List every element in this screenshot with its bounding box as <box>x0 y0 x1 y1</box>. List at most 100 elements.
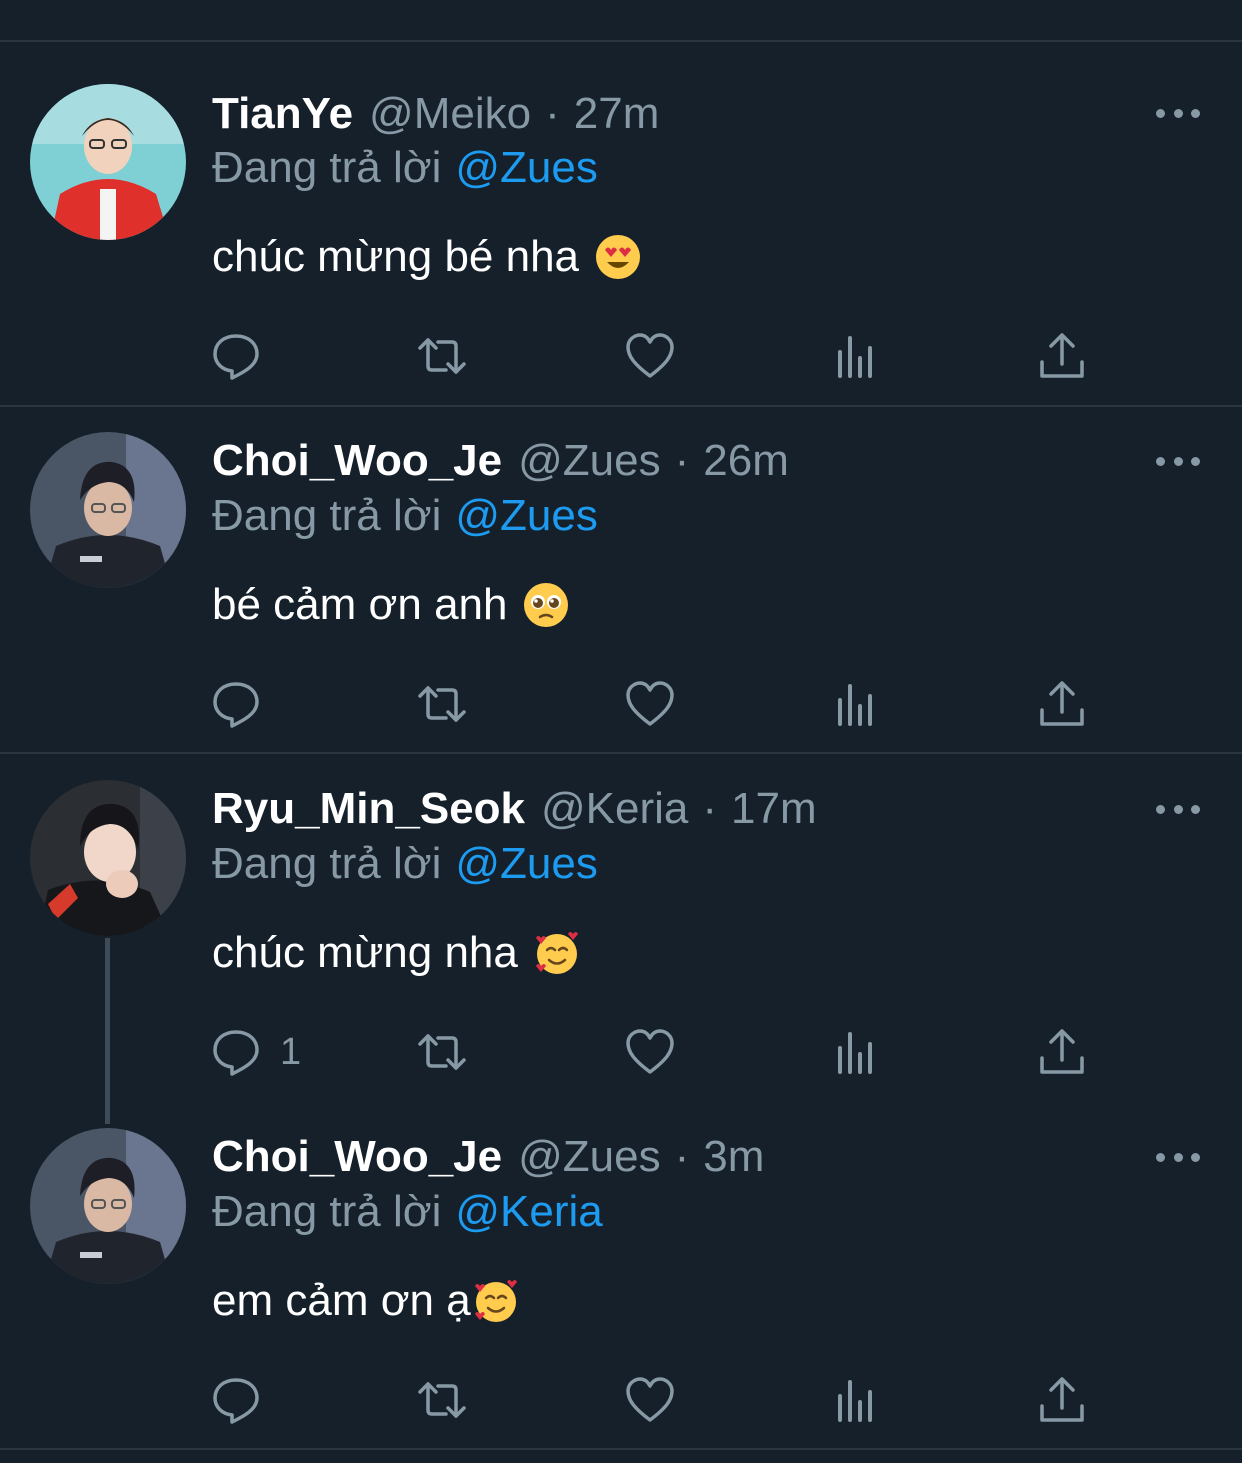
avatar[interactable] <box>30 432 186 588</box>
like-button[interactable] <box>624 1372 676 1428</box>
more-options-icon[interactable] <box>1156 451 1200 471</box>
analytics-button[interactable] <box>830 1372 882 1428</box>
mention-link[interactable]: @Zues <box>455 839 597 888</box>
timestamp[interactable]: 27m <box>574 89 660 139</box>
analytics-icon <box>838 336 872 378</box>
replying-label: Đang trả lời <box>212 143 442 192</box>
user-handle[interactable]: @Meiko <box>369 89 531 139</box>
timestamp[interactable]: 3m <box>703 1132 764 1182</box>
display-name[interactable]: Choi_Woo_Je <box>212 1132 502 1182</box>
reply-icon <box>213 1030 259 1076</box>
analytics-icon <box>838 1032 872 1074</box>
share-button[interactable] <box>1036 1372 1088 1428</box>
more-options-icon[interactable] <box>1156 1147 1200 1167</box>
tweet-divider <box>0 752 1242 754</box>
analytics-button[interactable] <box>830 676 882 732</box>
tweet-text: chúc mừng bé nha <box>212 232 641 282</box>
retweet-icon <box>418 1382 466 1418</box>
pleading-face-emoji <box>523 582 569 628</box>
avatar[interactable] <box>30 84 186 240</box>
tweet-actions: 1 <box>210 1024 1090 1080</box>
replying-label: Đang trả lời <box>212 1187 442 1236</box>
tweet-text: bé cảm ơn anh <box>212 580 569 630</box>
user-handle[interactable]: @Zues <box>518 1132 660 1182</box>
share-icon <box>1040 1029 1084 1074</box>
mention-link[interactable]: @Keria <box>455 1187 602 1236</box>
tweet-text-content: bé cảm ơn anh <box>212 580 508 629</box>
tweet-header: Ryu_Min_Seok @Keria · 17m <box>212 781 817 837</box>
avatar[interactable] <box>30 1128 186 1284</box>
thread-connector <box>105 938 110 1124</box>
timestamp[interactable]: 26m <box>703 436 789 486</box>
analytics-button[interactable] <box>830 1024 882 1080</box>
smiling-face-with-hearts-emoji <box>534 930 580 976</box>
tweet-actions <box>210 676 1090 732</box>
display-name[interactable]: TianYe <box>212 89 353 139</box>
analytics-icon <box>838 684 872 726</box>
separator-dot: · <box>674 1132 690 1181</box>
share-icon <box>1040 1377 1084 1422</box>
like-button[interactable] <box>624 676 676 732</box>
replying-to: Đang trả lời @Zues <box>212 839 598 889</box>
analytics-button[interactable] <box>830 328 882 384</box>
retweet-button[interactable] <box>416 328 468 384</box>
tweet-actions <box>210 1372 1090 1428</box>
reply-icon <box>213 1378 259 1424</box>
more-options-icon[interactable] <box>1156 799 1200 819</box>
analytics-icon <box>838 1380 872 1422</box>
like-button[interactable] <box>624 1024 676 1080</box>
separator-dot: · <box>674 436 690 485</box>
top-divider <box>0 40 1242 42</box>
retweet-icon <box>418 338 466 374</box>
like-icon <box>626 333 674 378</box>
avatar-image-zues <box>30 1128 186 1284</box>
timestamp[interactable]: 17m <box>731 784 817 834</box>
user-handle[interactable]: @Zues <box>518 436 660 486</box>
tweet-header: Choi_Woo_Je @Zues · 26m <box>212 433 789 489</box>
like-icon <box>626 681 674 726</box>
replying-label: Đang trả lời <box>212 491 442 540</box>
tweet-text-content: em cảm ơn ạ <box>212 1276 471 1325</box>
heart-eyes-emoji <box>595 234 641 280</box>
reply-button[interactable] <box>210 1372 280 1428</box>
avatar[interactable] <box>30 780 186 936</box>
retweet-icon <box>418 686 466 722</box>
like-icon <box>626 1029 674 1074</box>
tweet-text-content: chúc mừng nha <box>212 928 518 977</box>
avatar-image-tianye <box>30 84 186 240</box>
tweet-text-content: chúc mừng bé nha <box>212 232 580 281</box>
reply-icon <box>213 682 259 728</box>
display-name[interactable]: Ryu_Min_Seok <box>212 784 525 834</box>
share-icon <box>1040 333 1084 378</box>
retweet-icon <box>418 1034 466 1070</box>
display-name[interactable]: Choi_Woo_Je <box>212 436 502 486</box>
avatar-image-zues <box>30 432 186 588</box>
share-icon <box>1040 681 1084 726</box>
retweet-button[interactable] <box>416 676 468 732</box>
user-handle[interactable]: @Keria <box>541 784 688 834</box>
reply-button[interactable] <box>210 328 280 384</box>
avatar-image-keria <box>30 780 186 936</box>
smiling-face-with-hearts-emoji <box>473 1278 519 1324</box>
share-button[interactable] <box>1036 328 1088 384</box>
tweet-header: TianYe @Meiko · 27m <box>212 86 659 142</box>
more-options-icon[interactable] <box>1156 103 1200 123</box>
mention-link[interactable]: @Zues <box>455 491 597 540</box>
reply-button[interactable]: 1 <box>210 1024 301 1080</box>
reply-icon <box>213 334 259 380</box>
replying-to: Đang trả lời @Zues <box>212 143 598 193</box>
tweet-text: chúc mừng nha <box>212 928 580 978</box>
tweet-actions <box>210 328 1090 384</box>
share-button[interactable] <box>1036 1024 1088 1080</box>
retweet-button[interactable] <box>416 1372 468 1428</box>
retweet-button[interactable] <box>416 1024 468 1080</box>
tweet-divider <box>0 405 1242 407</box>
replying-to: Đang trả lời @Keria <box>212 1187 603 1237</box>
share-button[interactable] <box>1036 676 1088 732</box>
mention-link[interactable]: @Zues <box>455 143 597 192</box>
like-button[interactable] <box>624 328 676 384</box>
separator-dot: · <box>702 784 718 833</box>
replying-to: Đang trả lời @Zues <box>212 491 598 541</box>
tweet-header: Choi_Woo_Je @Zues · 3m <box>212 1129 764 1185</box>
reply-button[interactable] <box>210 676 280 732</box>
